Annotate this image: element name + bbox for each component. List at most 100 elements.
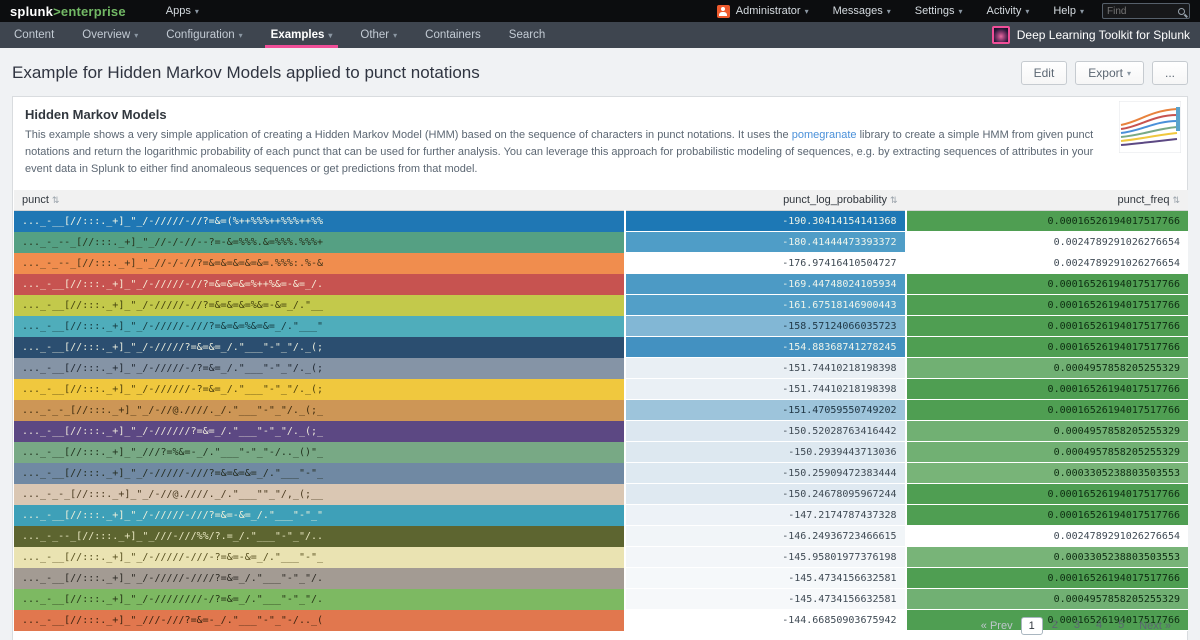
- log-probability-cell[interactable]: -150.52028763416442: [625, 421, 905, 442]
- results-table: punct⇅ punct_log_probability⇅ punct_freq…: [14, 190, 1188, 631]
- freq-cell[interactable]: 0.00016526194017517766: [906, 379, 1188, 400]
- splunk-logo[interactable]: splunk>enterprise: [10, 4, 126, 19]
- punct-cell[interactable]: ..._-__[//:::._+]_"_/-/////-////?=&=_/."…: [14, 568, 625, 589]
- log-probability-cell[interactable]: -190.30414154141368: [625, 211, 905, 232]
- nav-item-examples[interactable]: Examples▾: [257, 22, 347, 48]
- log-probability-cell[interactable]: -151.74410218198398: [625, 358, 905, 379]
- freq-cell[interactable]: 0.00016526194017517766: [906, 316, 1188, 337]
- pomegranate-link[interactable]: pomegranate: [792, 129, 857, 141]
- table-row: ..._-__[//:::._+]_"_/-//////-?=&=_/."___…: [14, 379, 1188, 400]
- apps-menu[interactable]: Apps▾: [154, 0, 211, 22]
- pagination-page-1[interactable]: 1: [1021, 617, 1043, 635]
- log-probability-cell[interactable]: -151.74410218198398: [625, 379, 905, 400]
- freq-cell[interactable]: 0.0024789291026276654: [906, 526, 1188, 547]
- pagination-next[interactable]: Next »: [1133, 618, 1177, 634]
- nav-item-overview[interactable]: Overview▾: [68, 22, 152, 48]
- freq-cell[interactable]: 0.0003305238803503553: [906, 463, 1188, 484]
- freq-cell[interactable]: 0.0004957858205255329: [906, 358, 1188, 379]
- log-probability-cell[interactable]: -151.47059550749202: [625, 400, 905, 421]
- nav-item-containers[interactable]: Containers: [411, 22, 495, 48]
- page-header: Example for Hidden Markov Models applied…: [0, 48, 1200, 96]
- punct-cell[interactable]: ..._-_-_[//:::._+]_"_/-//@.////._/."___"…: [14, 484, 625, 505]
- pagination-prev[interactable]: « Prev: [975, 618, 1019, 634]
- freq-cell[interactable]: 0.00016526194017517766: [906, 505, 1188, 526]
- log-probability-cell[interactable]: -154.88368741278245: [625, 337, 905, 358]
- freq-cell[interactable]: 0.0024789291026276654: [906, 253, 1188, 274]
- punct-cell[interactable]: ..._-__[//:::._+]_"_/-/////-///?=&=-&=_/…: [14, 505, 625, 526]
- punct-cell[interactable]: ..._-__[//:::._+]_"_///?=%&=-_/."___"-"_…: [14, 442, 625, 463]
- punct-cell[interactable]: ..._-__[//:::._+]_"_/-//////-?=&=_/."___…: [14, 379, 625, 400]
- column-header-punct-freq[interactable]: punct_freq⇅: [906, 190, 1188, 211]
- chevron-down-icon: ▾: [1025, 7, 1029, 16]
- column-header-punct-log-probability[interactable]: punct_log_probability⇅: [625, 190, 905, 211]
- chevron-down-icon: ▾: [958, 7, 962, 16]
- punct-cell[interactable]: ..._-_--_[//:::._+]_"_//-/-//--?=-&=%%%.…: [14, 232, 625, 253]
- chevron-down-icon: ▾: [195, 7, 199, 16]
- freq-cell[interactable]: 0.0024789291026276654: [906, 232, 1188, 253]
- export-button[interactable]: Export▾: [1075, 61, 1144, 85]
- freq-cell[interactable]: 0.0004957858205255329: [906, 442, 1188, 463]
- column-header-punct[interactable]: punct⇅: [14, 190, 625, 211]
- punct-cell[interactable]: ..._-__[//:::._+]_"_/-////////-/?=&=_/."…: [14, 589, 625, 610]
- punct-cell[interactable]: ..._-_-_[//:::._+]_"_/-//@.////._/."___"…: [14, 400, 625, 421]
- punct-cell[interactable]: ..._-__[//:::._+]_"_/-/////-//?=&=&=&=%&…: [14, 295, 625, 316]
- freq-cell[interactable]: 0.0004957858205255329: [906, 421, 1188, 442]
- log-probability-cell[interactable]: -150.24678095967244: [625, 484, 905, 505]
- log-probability-cell[interactable]: -150.25909472383444: [625, 463, 905, 484]
- punct-cell[interactable]: ..._-__[//:::._+]_"_/-/////?=&=&=_/."___…: [14, 337, 625, 358]
- nav-item-configuration[interactable]: Configuration▾: [152, 22, 256, 48]
- log-probability-cell[interactable]: -176.97416410504727: [625, 253, 905, 274]
- freq-cell[interactable]: 0.0004957858205255329: [906, 589, 1188, 610]
- punct-cell[interactable]: ..._-_--_[//:::._+]_"_//-/-//?=&=&=&=&=&…: [14, 253, 625, 274]
- freq-cell[interactable]: 0.00016526194017517766: [906, 568, 1188, 589]
- freq-cell[interactable]: 0.00016526194017517766: [906, 295, 1188, 316]
- pagination-pages: 12345: [1021, 617, 1132, 635]
- punct-cell[interactable]: ..._-__[//:::._+]_"_/-/////-//?=&=(%++%%…: [14, 211, 625, 232]
- freq-cell[interactable]: 0.00016526194017517766: [906, 400, 1188, 421]
- freq-cell[interactable]: 0.00016526194017517766: [906, 337, 1188, 358]
- log-probability-cell[interactable]: -161.67518146900443: [625, 295, 905, 316]
- log-probability-cell[interactable]: -145.4734156632581: [625, 568, 905, 589]
- log-probability-cell[interactable]: -150.2939443713036: [625, 442, 905, 463]
- table-row: ..._-_-_[//:::._+]_"_/-//@.////._/."___"…: [14, 484, 1188, 505]
- nav-item-search[interactable]: Search: [495, 22, 559, 48]
- more-button[interactable]: ...: [1152, 61, 1188, 85]
- edit-button[interactable]: Edit: [1021, 61, 1068, 85]
- activity-menu[interactable]: Activity▾: [975, 0, 1042, 22]
- messages-menu[interactable]: Messages▾: [821, 0, 903, 22]
- nav-item-other[interactable]: Other▾: [346, 22, 411, 48]
- punct-cell[interactable]: ..._-__[//:::._+]_"_///-///?=&=-_/."___"…: [14, 610, 625, 631]
- log-probability-cell[interactable]: -158.57124066035723: [625, 316, 905, 337]
- panel-heading: Hidden Markov Models: [13, 107, 1187, 122]
- punct-cell[interactable]: ..._-__[//:::._+]_"_/-/////-//?=&=&=&=%+…: [14, 274, 625, 295]
- settings-menu[interactable]: Settings▾: [903, 0, 975, 22]
- log-probability-cell[interactable]: -180.41444473393372: [625, 232, 905, 253]
- freq-cell[interactable]: 0.00016526194017517766: [906, 274, 1188, 295]
- punct-cell[interactable]: ..._-__[//:::._+]_"_/-/////-///?=&=&=&=_…: [14, 463, 625, 484]
- log-probability-cell[interactable]: -145.4734156632581: [625, 589, 905, 610]
- nav-item-content[interactable]: Content: [0, 22, 68, 48]
- punct-cell[interactable]: ..._-__[//:::._+]_"_/-/////-///-?=&=-&=_…: [14, 547, 625, 568]
- punct-cell[interactable]: ..._-__[//:::._+]_"_/-//////?=&=_/."___"…: [14, 421, 625, 442]
- pagination-page-5[interactable]: 5: [1111, 617, 1131, 635]
- find-input[interactable]: [1107, 6, 1178, 17]
- freq-cell[interactable]: 0.00016526194017517766: [906, 484, 1188, 505]
- pagination-page-2[interactable]: 2: [1045, 617, 1065, 635]
- pagination-page-3[interactable]: 3: [1067, 617, 1087, 635]
- help-menu[interactable]: Help▾: [1041, 0, 1096, 22]
- log-probability-cell[interactable]: -144.66850903675942: [625, 610, 905, 631]
- header-actions: Edit Export▾ ...: [1021, 61, 1188, 85]
- punct-cell[interactable]: ..._-__[//:::._+]_"_/-/////-///?=&=&=%&=…: [14, 316, 625, 337]
- log-probability-cell[interactable]: -145.95801977376198: [625, 547, 905, 568]
- pagination-page-4[interactable]: 4: [1089, 617, 1109, 635]
- log-probability-cell[interactable]: -169.44748024105934: [625, 274, 905, 295]
- punct-cell[interactable]: ..._-_--_[//:::._+]_"_///-///%%/?.=_/."_…: [14, 526, 625, 547]
- freq-cell[interactable]: 0.00016526194017517766: [906, 211, 1188, 232]
- find-search-box[interactable]: [1102, 3, 1190, 19]
- punct-cell[interactable]: ..._-__[//:::._+]_"_/-/////-/?=&=_/."___…: [14, 358, 625, 379]
- administrator-menu[interactable]: Administrator▾: [705, 0, 821, 22]
- freq-cell[interactable]: 0.0003305238803503553: [906, 547, 1188, 568]
- chevron-down-icon: ▾: [887, 7, 891, 16]
- log-probability-cell[interactable]: -146.24936723466615: [625, 526, 905, 547]
- log-probability-cell[interactable]: -147.2174787437328: [625, 505, 905, 526]
